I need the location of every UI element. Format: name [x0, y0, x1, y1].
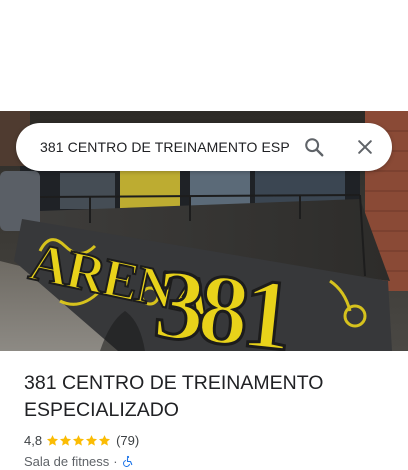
review-count[interactable]: (79) — [116, 433, 139, 448]
search-icon — [305, 138, 324, 157]
star-icon — [86, 434, 98, 446]
star-icon — [73, 434, 85, 446]
place-category: Sala de fitness — [24, 453, 110, 469]
rating-row[interactable]: 4,8 (79) — [24, 431, 139, 449]
place-title: 381 CENTRO DE TREINAMENTO ESPECIALIZADO — [24, 372, 324, 421]
star-icon — [47, 434, 59, 446]
rating-value: 4,8 — [24, 432, 43, 448]
close-icon — [358, 140, 372, 154]
search-bar[interactable]: 381 CENTRO DE TREINAMENTO ESP — [16, 123, 392, 171]
search-button[interactable] — [302, 135, 326, 159]
star-rating — [46, 434, 111, 447]
wheelchair-icon — [122, 455, 132, 467]
close-button[interactable] — [353, 135, 377, 159]
separator-dot: · — [113, 453, 118, 469]
category-row: Sala de fitness · — [24, 452, 134, 470]
search-input[interactable]: 381 CENTRO DE TREINAMENTO ESP — [40, 123, 290, 171]
graffiti-text-right: 381 — [150, 247, 294, 351]
star-icon — [60, 434, 72, 446]
star-icon — [99, 434, 111, 446]
